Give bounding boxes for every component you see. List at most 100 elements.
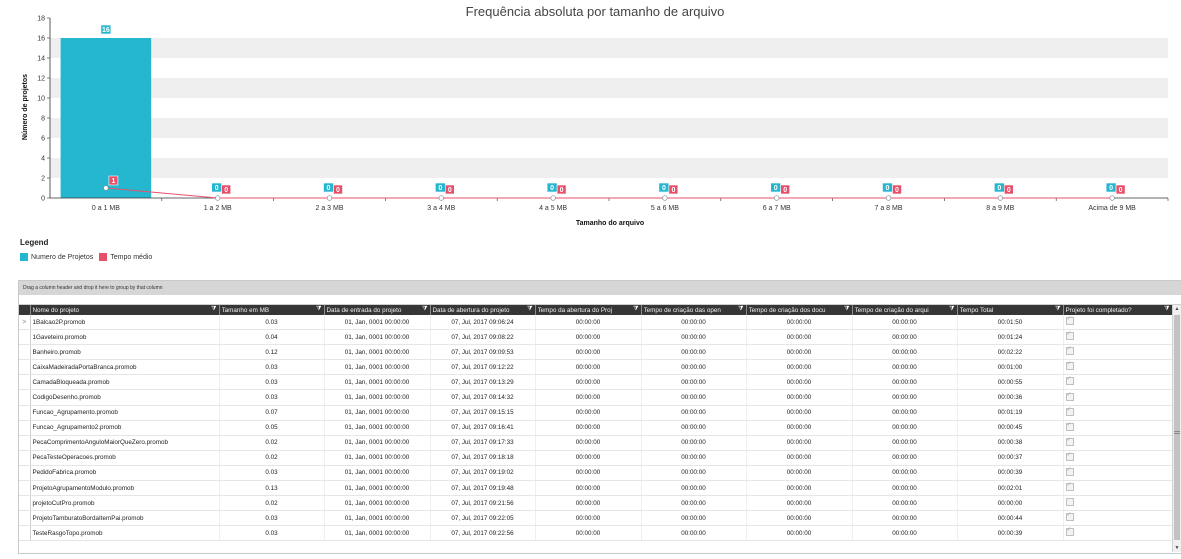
cell-ops-time[interactable]: 00:00:00	[641, 450, 747, 466]
avg-time-point[interactable]	[215, 195, 221, 201]
cell-file-time[interactable]: 00:00:00	[852, 315, 958, 331]
cell-open-time[interactable]: 00:00:00	[535, 344, 642, 361]
cell-open-time[interactable]: 00:00:00	[535, 405, 642, 421]
cell-ops-time[interactable]: 00:00:00	[641, 374, 747, 391]
cell-open-time[interactable]: 00:00:00	[535, 480, 642, 497]
cell-file-time[interactable]: 00:00:00	[852, 495, 958, 512]
cell-size[interactable]: 0.04	[219, 329, 325, 346]
cell-open-date[interactable]: 07, Jul, 2017 09:16:41	[430, 420, 536, 436]
cell-open-time[interactable]: 00:00:00	[535, 435, 642, 451]
avg-time-point[interactable]	[774, 195, 780, 201]
cell-entry-date[interactable]: 01, Jan, 0001 00:00:00	[324, 329, 431, 346]
cell-size[interactable]: 0.03	[219, 510, 325, 527]
cell-name[interactable]: PecaComprimentoAnguloMaiorQueZero.promob	[30, 435, 220, 451]
cell-ops-time[interactable]: 00:00:00	[641, 525, 747, 542]
cell-docs-time[interactable]: 00:00:00	[746, 495, 853, 512]
cell-ops-time[interactable]: 00:00:00	[641, 329, 747, 346]
cell-entry-date[interactable]: 01, Jan, 0001 00:00:00	[324, 389, 431, 406]
cell-entry-date[interactable]: 01, Jan, 0001 00:00:00	[324, 435, 431, 451]
cell-total-time[interactable]: 00:00:44	[957, 510, 1064, 527]
filter-icon[interactable]: ⧩	[316, 306, 321, 313]
cell-ops-time[interactable]: 00:00:00	[641, 465, 747, 482]
col-header-docs-time[interactable]: Tempo de criação dos docu ⧩	[746, 305, 853, 315]
cell-open-date[interactable]: 07, Jul, 2017 09:21:56	[430, 495, 536, 512]
cell-file-time[interactable]: 00:00:00	[852, 405, 958, 421]
cell-open-date[interactable]: 07, Jul, 2017 09:14:32	[430, 389, 536, 406]
cell-ops-time[interactable]: 00:00:00	[641, 510, 747, 527]
cell-entry-date[interactable]: 01, Jan, 0001 00:00:00	[324, 510, 431, 527]
col-header-open-date[interactable]: Data de abertura do projeto ⧩	[430, 305, 536, 315]
filter-icon[interactable]: ⧩	[949, 306, 954, 313]
cell-total-time[interactable]: 00:01:00	[957, 359, 1064, 376]
cell-entry-date[interactable]: 01, Jan, 0001 00:00:00	[324, 374, 431, 391]
cell-docs-time[interactable]: 00:00:00	[746, 465, 853, 482]
cell-name[interactable]: Funcao_Agrupamento.promob	[30, 405, 220, 421]
cell-size[interactable]: 0.03	[219, 525, 325, 542]
cell-file-time[interactable]: 00:00:00	[852, 359, 958, 376]
completed-checkbox[interactable]	[1065, 330, 1074, 341]
table-row[interactable]: CamadaBloqueada.promob 0.03 01, Jan, 0001 …	[19, 374, 1173, 391]
filter-icon[interactable]: ⧩	[844, 306, 849, 313]
completed-checkbox[interactable]	[1065, 375, 1074, 386]
cell-size[interactable]: 0.07	[219, 405, 325, 421]
cell-size[interactable]: 0.03	[219, 315, 325, 331]
cell-docs-time[interactable]: 00:00:00	[746, 329, 853, 346]
cell-open-date[interactable]: 07, Jul, 2017 09:22:56	[430, 525, 536, 542]
cell-total-time[interactable]: 00:00:00	[957, 495, 1064, 512]
cell-total-time[interactable]: 00:00:36	[957, 389, 1064, 406]
filter-icon[interactable]: ⧩	[527, 306, 532, 313]
avg-time-point[interactable]	[103, 185, 109, 191]
filter-icon[interactable]: ⧩	[211, 306, 216, 313]
cell-size[interactable]: 0.03	[219, 465, 325, 482]
table-row[interactable]: Banheiro.promob 0.12 01, Jan, 0001 00:00:0…	[19, 344, 1173, 361]
cell-open-time[interactable]: 00:00:00	[535, 495, 642, 512]
bar[interactable]	[60, 38, 152, 198]
cell-size[interactable]: 0.02	[219, 450, 325, 466]
cell-name[interactable]: CodigoDesenho.promob	[30, 389, 220, 406]
cell-name[interactable]: projetoCutPro.promob	[30, 495, 220, 512]
cell-total-time[interactable]: 00:00:39	[957, 525, 1064, 542]
cell-open-time[interactable]: 00:00:00	[535, 389, 642, 406]
table-row[interactable]: CaixaMadeiradaPortaBranca.promob 0.03 01, …	[19, 359, 1173, 376]
table-row[interactable]: PecaComprimentoAnguloMaiorQueZero.promob…	[19, 435, 1173, 451]
filter-icon[interactable]: ⧩	[422, 306, 427, 313]
cell-open-date[interactable]: 07, Jul, 2017 09:09:53	[430, 344, 536, 361]
cell-ops-time[interactable]: 00:00:00	[641, 435, 747, 451]
cell-name[interactable]: CamadaBloqueada.promob	[30, 374, 220, 391]
cell-docs-time[interactable]: 00:00:00	[746, 374, 853, 391]
col-header-total-time[interactable]: Tempo Total ⧩	[957, 305, 1064, 315]
cell-docs-time[interactable]: 00:00:00	[746, 359, 853, 376]
table-row[interactable]: 1Gaveteiro.promob 0.04 01, Jan, 0001 00:00…	[19, 329, 1173, 346]
avg-time-point[interactable]	[997, 195, 1003, 201]
cell-name[interactable]: PedidoFabrica.promob	[30, 465, 220, 482]
cell-open-date[interactable]: 07, Jul, 2017 09:06:24	[430, 315, 536, 331]
cell-open-time[interactable]: 00:00:00	[535, 450, 642, 466]
cell-file-time[interactable]: 00:00:00	[852, 450, 958, 466]
completed-checkbox[interactable]	[1065, 315, 1074, 326]
col-header-name[interactable]: Nome do projeto ⧩	[30, 305, 220, 315]
cell-docs-time[interactable]: 00:00:00	[746, 435, 853, 451]
cell-open-date[interactable]: 07, Jul, 2017 09:18:18	[430, 450, 536, 466]
cell-size[interactable]: 0.02	[219, 495, 325, 512]
completed-checkbox[interactable]	[1065, 498, 1074, 507]
group-by-panel[interactable]: Drag a column header and drop it here to…	[19, 281, 1181, 295]
cell-entry-date[interactable]: 01, Jan, 0001 00:00:00	[324, 480, 431, 497]
completed-checkbox[interactable]	[1065, 436, 1074, 446]
scroll-down-icon[interactable]: ▼	[1173, 544, 1181, 552]
table-row[interactable]: ProjetoTamburatoBordaItemPai.promob 0.03 0…	[19, 510, 1173, 527]
col-header-ops-time[interactable]: Tempo de criação das open ⧩	[641, 305, 747, 315]
scrollbar-thumb[interactable]	[1174, 315, 1180, 540]
table-row[interactable]: PedidoFabrica.promob 0.03 01, Jan, 0001 00…	[19, 465, 1173, 482]
cell-file-time[interactable]: 00:00:00	[852, 510, 958, 527]
col-header-open-time[interactable]: Tempo da abertura do Proj ⧩	[535, 305, 642, 315]
cell-total-time[interactable]: 00:01:50	[957, 315, 1064, 331]
avg-time-point[interactable]	[438, 195, 444, 201]
avg-time-point[interactable]	[662, 195, 668, 201]
cell-name[interactable]: CaixaMadeiradaPortaBranca.promob	[30, 359, 220, 376]
cell-file-time[interactable]: 00:00:00	[852, 374, 958, 391]
cell-entry-date[interactable]: 01, Jan, 0001 00:00:00	[324, 465, 431, 482]
completed-checkbox[interactable]	[1065, 345, 1074, 356]
cell-total-time[interactable]: 00:00:45	[957, 420, 1064, 436]
cell-size[interactable]: 0.03	[219, 374, 325, 391]
cell-name[interactable]: Funcao_Agrupamento2.promob	[30, 420, 220, 436]
